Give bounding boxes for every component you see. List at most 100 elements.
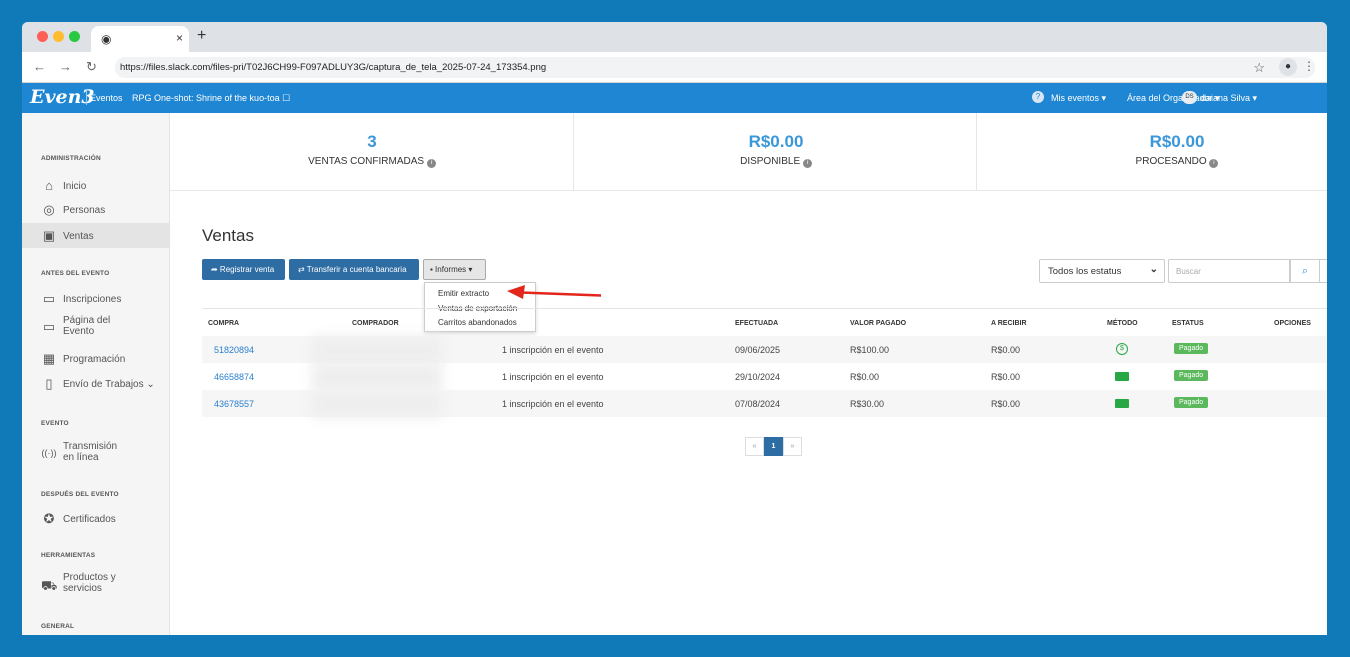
info-icon[interactable]: i	[802, 159, 812, 168]
col-compra: COMPRA	[208, 320, 240, 327]
col-efectuada: EFECTUADA	[735, 320, 779, 327]
profile-icon[interactable]: ●	[1279, 58, 1297, 76]
row-valor: R$30.00	[850, 399, 885, 409]
tab-favicon-icon: ◉	[101, 32, 112, 46]
sidebar-item-label: Personas	[63, 205, 106, 216]
table-header: COMPRA COMPRADOR EFECTUADA VALOR PAGADO …	[202, 308, 1327, 338]
table-row: 43678557 1 inscripción en el evento 07/0…	[202, 390, 1327, 418]
registrar-venta-button[interactable]: ➦ Registrar venta	[202, 259, 285, 280]
compra-link[interactable]: 46658874	[214, 372, 254, 382]
active-section-caret	[170, 225, 182, 249]
forward-icon[interactable]: →	[59, 59, 72, 74]
sidebar-section-herramientas: HERRAMIENTAS	[41, 552, 96, 559]
calendar-icon: ▦	[42, 351, 56, 366]
ticket-icon: ▭	[42, 291, 56, 306]
stat-label: DISPONIBLE i	[574, 156, 978, 168]
reload-icon[interactable]: ↻	[86, 59, 97, 75]
status-badge: Pagado	[1174, 370, 1209, 381]
user-circle-icon: ◎	[43, 202, 55, 217]
user-avatar[interactable]: DS	[1182, 91, 1197, 104]
certificate-icon: ✪	[43, 511, 55, 526]
cash-icon	[1115, 399, 1129, 408]
pix-icon: $	[1116, 343, 1128, 355]
chevron-down-icon: ⌄	[1149, 264, 1158, 275]
status-filter-value: Todos los estatus	[1048, 266, 1122, 277]
stat-disponible: R$0.00 DISPONIBLE i	[574, 113, 978, 191]
col-valor-pagado: VALOR PAGADO	[850, 320, 907, 327]
sidebar-item-programacion[interactable]: ▦ Programación	[22, 349, 170, 369]
sidebar-item-inscripciones[interactable]: ▭ Inscripciones	[22, 289, 170, 309]
sidebar-section-antes: ANTES DEL EVENTO	[41, 270, 110, 277]
browser-menu-icon[interactable]: ⋮	[1303, 59, 1315, 73]
sidebar-item-pagina[interactable]: ▭ Página del Evento	[22, 313, 170, 341]
sidebar-item-inicio[interactable]: ⌂ Inicio	[22, 176, 170, 196]
status-filter-select[interactable]: Todos los estatus ⌄	[1039, 259, 1165, 283]
sidebar-item-label-2: Evento	[63, 326, 95, 337]
mis-eventos-menu[interactable]: Mis eventos ▾	[1051, 93, 1106, 104]
minimize-window-button[interactable]	[53, 31, 64, 42]
sidebar-section-admin: ADMINISTRACIÓN	[41, 155, 101, 162]
bookmark-star-icon[interactable]: ☆	[1253, 60, 1265, 76]
search-icon: ⌕	[1301, 265, 1309, 277]
page-current[interactable]: 1	[764, 437, 783, 456]
sidebar-item-ventas[interactable]: ▣ Ventas	[22, 223, 170, 248]
row-recibir: R$0.00	[991, 345, 1021, 355]
row-date: 29/10/2024	[735, 372, 781, 382]
sidebar-item-transmision[interactable]: ((·)) Transmisión en línea	[22, 439, 170, 467]
sidebar-section-evento: EVENTO	[41, 420, 69, 427]
buyer-blurred	[312, 336, 442, 364]
stat-value: R$0.00	[1149, 132, 1205, 151]
maximize-window-button[interactable]	[69, 31, 80, 42]
sidebar-item-label-2: en línea	[63, 452, 99, 463]
row-date: 07/08/2024	[735, 399, 781, 409]
search-input[interactable]: Buscar	[1168, 259, 1290, 283]
sidebar-item-label: Certificados	[63, 514, 116, 525]
col-opciones: OPCIONES	[1274, 320, 1311, 327]
compra-link[interactable]: 51820894	[214, 345, 254, 355]
row-valor: R$0.00	[850, 372, 880, 382]
tab-close-icon[interactable]: ×	[176, 31, 183, 45]
sidebar-item-envio[interactable]: ▯ Envío de Trabajos ⌄	[22, 374, 170, 394]
sidebar-item-productos[interactable]: ⛟ Productos y servicios	[22, 570, 170, 598]
nav-eventos-link[interactable]: Eventos	[90, 93, 123, 103]
sidebar-item-label: Productos y	[63, 572, 116, 583]
new-tab-button[interactable]: +	[197, 27, 206, 45]
col-comprador: COMPRADOR	[352, 320, 399, 327]
back-icon[interactable]: ←	[33, 59, 46, 74]
compra-link[interactable]: 43678557	[214, 399, 254, 409]
browser-window: ◉ × + ← → ↻ https://files.slack.com/file…	[22, 22, 1327, 635]
monitor-icon: ▭	[42, 319, 56, 334]
help-icon[interactable]: ?	[1032, 91, 1044, 103]
sidebar-item-label: Programación	[63, 354, 126, 365]
menu-item-emitir-extracto[interactable]: Emitir extracto	[438, 289, 489, 298]
stat-label: PROCESANDO i	[976, 156, 1327, 168]
sidebar-item-certificados[interactable]: ✪ Certificados	[22, 509, 170, 529]
nav-event-name-link[interactable]: RPG One-shot: Shrine of the kuo-toa ☐	[132, 93, 290, 104]
stat-ventas-confirmadas: 3 VENTAS CONFIRMADAS i	[170, 113, 574, 191]
even3-logo[interactable]: Even3	[30, 86, 95, 108]
url-field[interactable]: https://files.slack.com/files-pri/T02J6C…	[115, 57, 1315, 78]
info-icon[interactable]: i	[426, 159, 436, 168]
stat-value: R$0.00	[748, 132, 804, 151]
search-extra-button[interactable]	[1319, 259, 1327, 283]
table-row: 51820894 1 inscripción en el evento 09/0…	[202, 336, 1327, 364]
informes-button[interactable]: ▪ Informes ▾	[423, 259, 486, 280]
document-icon: ▯	[45, 376, 53, 391]
page-next[interactable]: »	[783, 437, 802, 456]
close-window-button[interactable]	[37, 31, 48, 42]
user-menu[interactable]: daiana Silva ▾	[1201, 93, 1257, 104]
browser-tab[interactable]: ◉ ×	[91, 26, 189, 52]
address-bar-row: ← → ↻ https://files.slack.com/files-pri/…	[22, 52, 1327, 83]
search-button[interactable]: ⌕	[1290, 259, 1320, 283]
pagination: « 1 »	[745, 437, 802, 456]
cash-icon	[1115, 372, 1129, 381]
buyer-blurred	[312, 390, 442, 418]
info-icon[interactable]: i	[1209, 159, 1219, 168]
sidebar-item-personas[interactable]: ◎ Personas	[22, 200, 170, 220]
page-title: Ventas	[202, 226, 254, 245]
cart-icon: ⛟	[41, 578, 58, 593]
col-estatus: ESTATUS	[1172, 320, 1204, 327]
page-prev[interactable]: «	[745, 437, 764, 456]
row-description: 1 inscripción en el evento	[502, 372, 604, 382]
transferir-button[interactable]: ⇄ Transferir a cuenta bancaria	[289, 259, 419, 280]
